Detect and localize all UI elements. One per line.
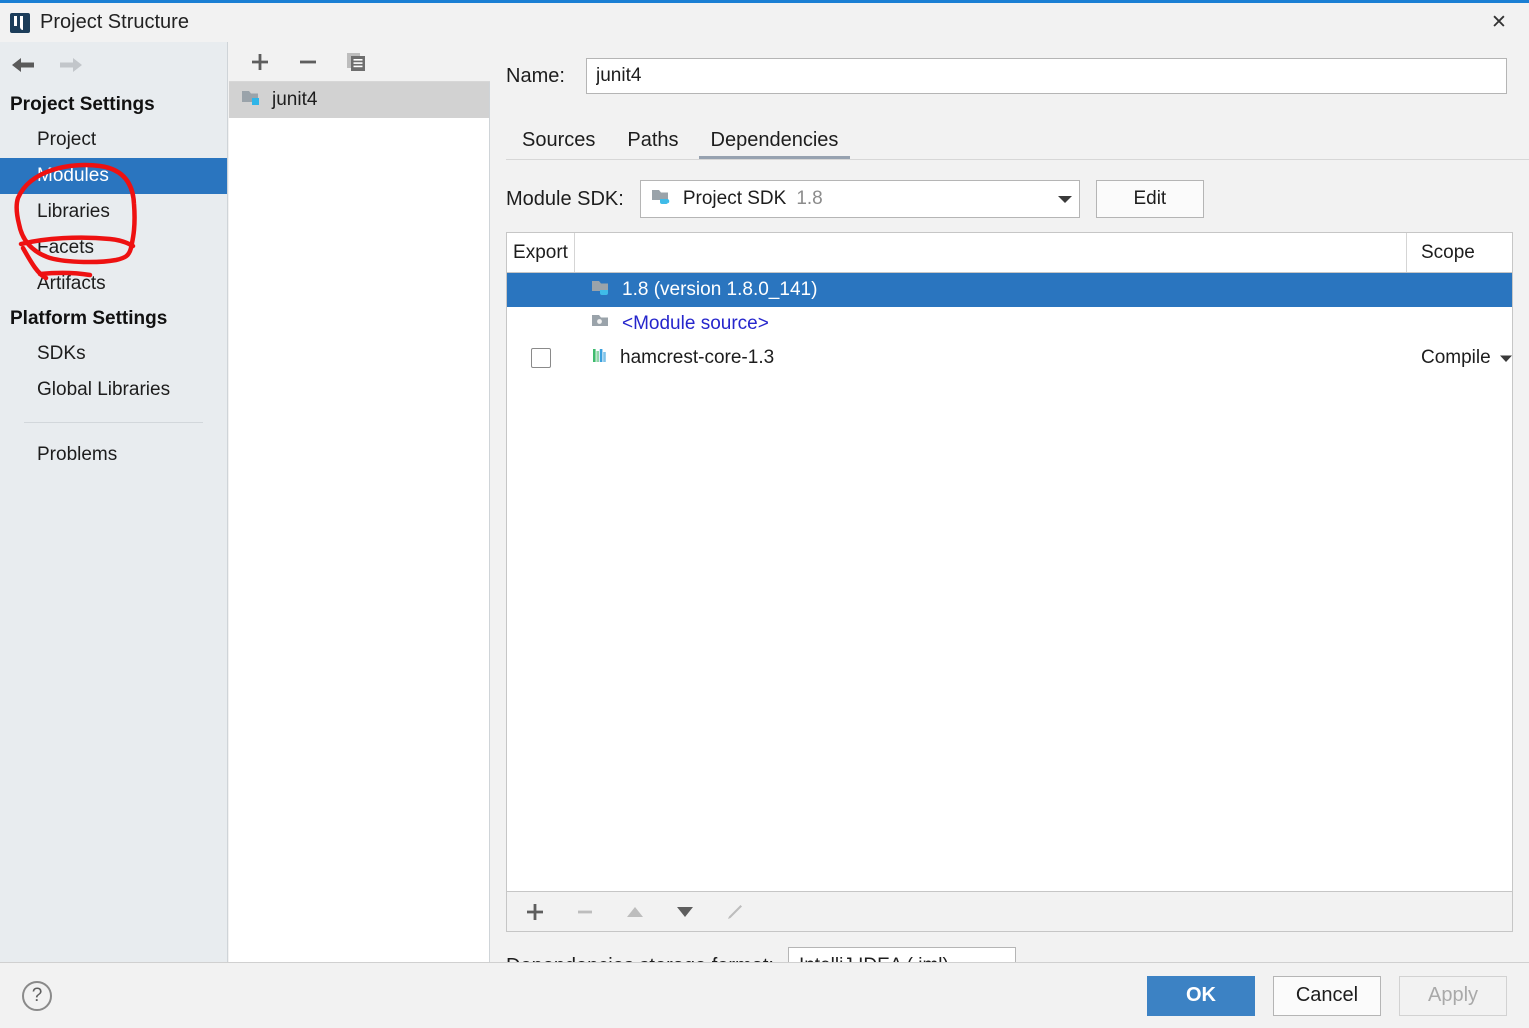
title-bar: Project Structure bbox=[0, 3, 1529, 42]
sidebar-item-artifacts[interactable]: Artifacts bbox=[0, 266, 227, 302]
intellij-idea-icon bbox=[10, 13, 30, 33]
column-header-name[interactable] bbox=[575, 233, 1407, 272]
sidebar-item-modules[interactable]: Modules bbox=[0, 158, 227, 194]
sidebar-section-project-settings: Project Settings bbox=[0, 88, 227, 122]
chevron-down-icon[interactable] bbox=[671, 898, 699, 926]
edit-sdk-button[interactable]: Edit bbox=[1096, 180, 1204, 218]
modules-list: junit4 bbox=[229, 82, 490, 962]
plus-icon[interactable] bbox=[521, 898, 549, 926]
arrow-right-icon[interactable] bbox=[56, 53, 86, 77]
module-name-row: Name: bbox=[490, 42, 1529, 94]
chevron-down-icon bbox=[1499, 347, 1513, 369]
export-checkbox[interactable] bbox=[531, 348, 551, 368]
apply-button[interactable]: Apply bbox=[1399, 976, 1507, 1016]
sidebar-section-platform-settings: Platform Settings bbox=[0, 302, 227, 336]
module-sdk-version: 1.8 bbox=[796, 188, 822, 210]
sidebar-item-libraries[interactable]: Libraries bbox=[0, 194, 227, 230]
sidebar-item-problems[interactable]: Problems bbox=[0, 437, 227, 473]
jdk-folder-icon bbox=[591, 278, 613, 302]
scope-value: Compile bbox=[1421, 347, 1491, 369]
tab-sources[interactable]: Sources bbox=[506, 120, 611, 160]
tab-paths[interactable]: Paths bbox=[611, 120, 694, 160]
module-sdk-label: Module SDK: bbox=[506, 188, 624, 211]
dependencies-toolbar bbox=[506, 892, 1513, 932]
module-source-icon bbox=[591, 312, 613, 336]
module-editor: Name: Sources Paths Dependencies Module … bbox=[490, 42, 1529, 962]
module-sdk-select[interactable]: Project SDK 1.8 bbox=[640, 180, 1080, 218]
modules-toolbar bbox=[229, 42, 490, 82]
table-row[interactable]: <Module source> bbox=[507, 307, 1512, 341]
chevron-up-icon[interactable] bbox=[621, 898, 649, 926]
sidebar-item-facets[interactable]: Facets bbox=[0, 230, 227, 266]
column-header-export[interactable]: Export bbox=[507, 233, 575, 272]
module-sdk-row: Module SDK: Project SDK 1.8 Edit bbox=[490, 160, 1529, 218]
dependency-label: 1.8 (version 1.8.0_141) bbox=[622, 279, 817, 301]
modules-panel: junit4 bbox=[229, 42, 490, 962]
pencil-icon[interactable] bbox=[721, 898, 749, 926]
jdk-folder-icon bbox=[651, 187, 673, 211]
ok-button[interactable]: OK bbox=[1147, 976, 1255, 1016]
export-cell bbox=[507, 348, 575, 368]
cancel-button[interactable]: Cancel bbox=[1273, 976, 1381, 1016]
tab-dependencies[interactable]: Dependencies bbox=[695, 120, 855, 160]
list-item[interactable]: junit4 bbox=[229, 82, 489, 118]
scope-cell[interactable]: Compile bbox=[1407, 347, 1512, 369]
minus-icon[interactable] bbox=[295, 49, 321, 75]
plus-icon[interactable] bbox=[247, 49, 273, 75]
chevron-down-icon bbox=[1043, 188, 1073, 210]
dependency-label: hamcrest-core-1.3 bbox=[620, 347, 774, 369]
dependency-name-cell: <Module source> bbox=[575, 312, 1407, 336]
arrow-left-icon[interactable] bbox=[8, 53, 38, 77]
table-row[interactable]: 1.8 (version 1.8.0_141) bbox=[507, 273, 1512, 307]
module-name-input[interactable] bbox=[586, 58, 1507, 94]
close-icon[interactable]: ✕ bbox=[1469, 3, 1529, 42]
table-header: Export Scope bbox=[507, 233, 1512, 273]
dialog-footer: ? OK Cancel Apply bbox=[0, 962, 1529, 1028]
minus-icon[interactable] bbox=[571, 898, 599, 926]
copy-icon[interactable] bbox=[343, 49, 369, 75]
library-icon bbox=[591, 346, 611, 370]
column-header-scope[interactable]: Scope bbox=[1407, 233, 1512, 272]
sidebar-item-global-libraries[interactable]: Global Libraries bbox=[0, 372, 227, 408]
sidebar-divider bbox=[24, 422, 203, 423]
module-folder-icon bbox=[241, 88, 263, 112]
sidebar-item-project[interactable]: Project bbox=[0, 122, 227, 158]
editor-tabs: Sources Paths Dependencies bbox=[506, 116, 1529, 160]
dependency-label: <Module source> bbox=[622, 313, 769, 335]
dependency-name-cell: hamcrest-core-1.3 bbox=[575, 346, 1407, 370]
window-title: Project Structure bbox=[40, 11, 189, 34]
table-row[interactable]: hamcrest-core-1.3 Compile bbox=[507, 341, 1512, 375]
module-sdk-value: Project SDK bbox=[683, 188, 786, 210]
tabs-divider bbox=[506, 159, 1529, 160]
settings-sidebar: Project Settings Project Modules Librari… bbox=[0, 42, 228, 962]
sidebar-item-sdks[interactable]: SDKs bbox=[0, 336, 227, 372]
navigation-arrows bbox=[0, 42, 227, 88]
help-icon[interactable]: ? bbox=[22, 981, 52, 1011]
dependencies-table: Export Scope 1.8 (version 1.8.0_141) bbox=[506, 232, 1513, 892]
dialog-actions: OK Cancel Apply bbox=[1147, 976, 1507, 1016]
module-name: junit4 bbox=[272, 89, 317, 111]
name-label: Name: bbox=[506, 65, 586, 88]
dependency-name-cell: 1.8 (version 1.8.0_141) bbox=[575, 278, 1407, 302]
